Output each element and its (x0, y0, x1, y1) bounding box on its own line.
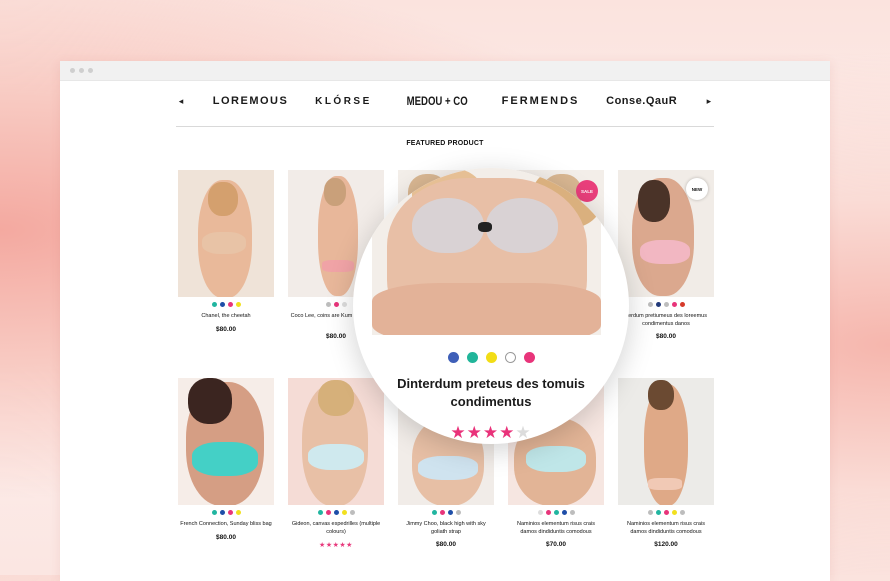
product-name[interactable]: Chanel, the cheetah (180, 312, 272, 320)
color-swatch[interactable] (537, 510, 543, 515)
star-icon: ★ (499, 423, 516, 442)
color-swatch[interactable] (569, 510, 575, 515)
color-swatch[interactable] (211, 302, 217, 307)
color-swatch[interactable] (333, 302, 339, 307)
color-swatch[interactable] (523, 352, 535, 363)
color-swatches (618, 302, 714, 307)
product-name[interactable]: French Connection, Sunday bliss bag (180, 520, 272, 528)
color-swatch[interactable] (561, 510, 567, 515)
product-name[interactable]: Gideon, canvas espedrilles (multiple col… (290, 520, 382, 536)
product-name[interactable]: Iterdum pretiumeus des loreemus condimen… (620, 312, 712, 328)
section-title: FEATURED PRODUCT (406, 140, 484, 147)
color-swatch[interactable] (235, 302, 241, 307)
featured-product-name[interactable]: Dinterdum preteus des tomuis condimentus (373, 375, 609, 411)
color-swatch[interactable] (663, 510, 669, 515)
star-icon: ★ (482, 423, 500, 442)
color-swatches (398, 510, 494, 515)
new-badge: NEW (686, 178, 708, 200)
product-image[interactable] (178, 170, 274, 297)
product-price: $80.00 (436, 541, 456, 548)
product-name[interactable]: Naminios elementum risus crais damos din… (510, 520, 602, 536)
featured-product-zoom[interactable]: Dinterdum preteus des tomuis condimentus… (353, 168, 629, 444)
color-swatch[interactable] (655, 510, 661, 515)
color-swatch[interactable] (439, 510, 445, 515)
brand-logo-medou-co[interactable]: MEDOU + CO (406, 94, 467, 108)
color-swatch[interactable] (671, 302, 677, 307)
color-swatch[interactable] (349, 510, 355, 515)
brand-logo-fermends[interactable]: FERMENDS (502, 95, 580, 107)
product-price: $80.00 (216, 326, 236, 333)
color-swatch[interactable] (647, 510, 653, 515)
color-swatch[interactable] (333, 510, 339, 515)
brand-logo-conse-qaur[interactable]: Conse.QauR (606, 95, 677, 107)
color-swatch[interactable] (447, 510, 453, 515)
product-image[interactable] (178, 378, 274, 505)
color-swatch[interactable] (325, 302, 331, 307)
product-price: $80.00 (656, 333, 676, 340)
color-swatch[interactable] (219, 510, 225, 515)
product-price: $120.00 (654, 541, 678, 548)
color-swatches (508, 510, 604, 515)
star-icon: ★ (515, 423, 532, 442)
color-swatch[interactable] (219, 302, 225, 307)
star-icon: ★ (450, 423, 467, 442)
color-swatch[interactable] (317, 510, 323, 515)
color-swatch[interactable] (455, 510, 461, 515)
window-close-button[interactable] (70, 68, 75, 73)
color-swatch[interactable] (504, 352, 516, 363)
color-swatches (178, 302, 274, 307)
color-swatch[interactable] (227, 302, 233, 307)
color-swatch[interactable] (663, 302, 669, 307)
color-swatch[interactable] (485, 352, 497, 363)
color-swatch[interactable] (545, 510, 551, 515)
color-swatch[interactable] (553, 510, 559, 515)
chevron-left-icon[interactable]: ◂ (176, 96, 186, 107)
color-swatch[interactable] (235, 510, 241, 515)
window-titlebar (60, 61, 830, 81)
color-swatch[interactable] (447, 352, 459, 363)
product-name[interactable]: Naminios elementum risus crais damos din… (620, 520, 712, 536)
color-swatch[interactable] (671, 510, 677, 515)
brand-logo-klorse[interactable]: KLÓRSE (315, 96, 372, 107)
product-price: $80.00 (216, 534, 236, 541)
product-rating: ★★★★★ (319, 542, 353, 549)
color-swatch[interactable] (341, 302, 347, 307)
color-swatch[interactable] (211, 510, 217, 515)
featured-color-swatches (353, 352, 629, 363)
color-swatch[interactable] (647, 302, 653, 307)
featured-product-rating: ★★★★★ (353, 423, 629, 443)
color-swatch[interactable] (679, 510, 685, 515)
featured-product-image[interactable] (372, 168, 601, 335)
brand-logo-loremous[interactable]: LOREMOUS (213, 95, 289, 107)
chevron-right-icon[interactable]: ▸ (704, 96, 714, 107)
color-swatch[interactable] (341, 510, 347, 515)
color-swatch[interactable] (431, 510, 437, 515)
color-swatch[interactable] (655, 302, 661, 307)
brand-carousel: ◂ LOREMOUS KLÓRSE MEDOU + CO FERMENDS Co… (176, 89, 714, 113)
window-maximize-button[interactable] (88, 68, 93, 73)
color-swatch[interactable] (227, 510, 233, 515)
divider (176, 126, 714, 127)
color-swatch[interactable] (325, 510, 331, 515)
product-price: $70.00 (546, 541, 566, 548)
window-minimize-button[interactable] (79, 68, 84, 73)
product-image[interactable] (618, 378, 714, 505)
color-swatch[interactable] (466, 352, 478, 363)
color-swatch[interactable] (679, 302, 685, 307)
star-icon: ★ (466, 423, 483, 442)
color-swatches (178, 510, 274, 515)
product-name[interactable]: Jimmy Choo, black high with sky goliath … (400, 520, 492, 536)
color-swatches (618, 510, 714, 515)
color-swatches (288, 510, 384, 515)
